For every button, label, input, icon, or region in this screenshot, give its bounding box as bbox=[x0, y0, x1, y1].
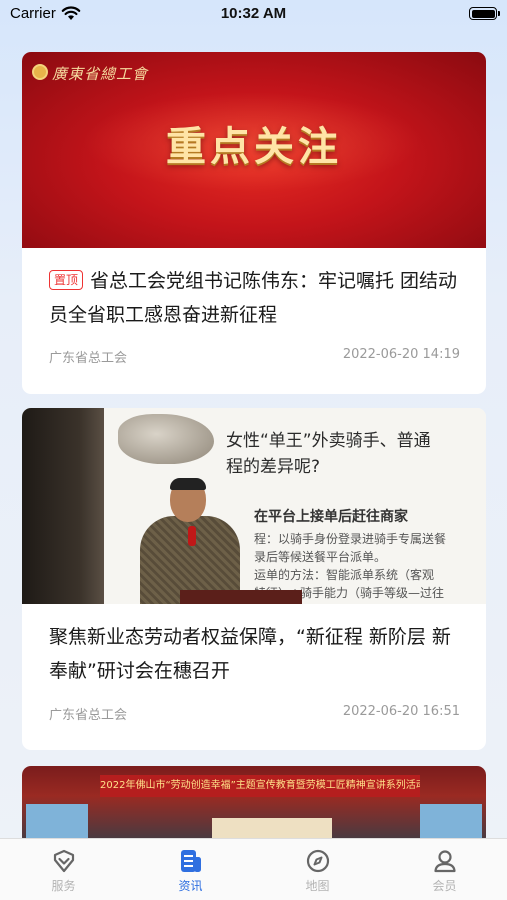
hall-banner-text: 2022年佛山市“劳动创造幸福”主题宣传教育暨劳模工匠精神宣讲系列活动 bbox=[100, 775, 420, 797]
news-banner-image: 廣東省總工會 重点关注 bbox=[22, 52, 486, 248]
person-icon bbox=[433, 850, 456, 873]
status-bar: Carrier 10:32 AM bbox=[0, 0, 507, 30]
union-seal-icon bbox=[32, 64, 48, 80]
tab-member[interactable]: 会员 bbox=[381, 839, 507, 900]
news-banner-image: 女性“单王”外卖骑手、普通 程的差异呢? 在平台上接单后赶往商家 程：以骑手身份… bbox=[22, 408, 486, 604]
banner-headline: 重点关注 bbox=[166, 124, 342, 170]
news-card[interactable]: 2022年佛山市“劳动创造幸福”主题宣传教育暨劳模工匠精神宣讲系列活动 bbox=[22, 766, 486, 846]
tab-label: 资讯 bbox=[178, 879, 203, 893]
news-meta: 广东省总工会 2022-06-20 16:51 bbox=[49, 704, 460, 723]
news-document-icon bbox=[180, 850, 201, 872]
slide-text: 录后等候送餐平台派单。 bbox=[254, 550, 387, 564]
tab-label: 地图 bbox=[305, 879, 330, 893]
battery-fill bbox=[471, 9, 495, 18]
news-time: 2022-06-20 16:51 bbox=[342, 704, 460, 719]
slide-text: 程：以骑手身份登录进骑手专属送餐 bbox=[254, 532, 447, 546]
speaker-hair bbox=[170, 478, 206, 490]
news-card[interactable]: 廣東省總工會 重点关注 置顶 省总工会党组书记陈伟东：牢记嘱托 团结动员全省职工感… bbox=[22, 52, 486, 394]
news-meta: 广东省总工会 2022-06-20 14:19 bbox=[49, 347, 460, 366]
union-logo-text: 廣東省總工會 bbox=[52, 65, 149, 83]
microphone-icon bbox=[188, 526, 196, 546]
news-source: 广东省总工会 bbox=[49, 708, 128, 723]
tab-label: 会员 bbox=[432, 879, 457, 893]
battery-icon bbox=[469, 7, 500, 20]
tab-label: 服务 bbox=[51, 879, 76, 893]
slide-text: 在平台上接单后赶往商家 bbox=[254, 509, 408, 525]
tab-bar: 服务 资讯 地图 会员 bbox=[0, 838, 507, 900]
compass-icon bbox=[306, 849, 329, 873]
pinned-badge: 置顶 bbox=[49, 270, 84, 290]
tab-news[interactable]: 资讯 bbox=[127, 839, 254, 900]
speaker-figure bbox=[140, 478, 240, 604]
news-banner-image: 2022年佛山市“劳动创造幸福”主题宣传教育暨劳模工匠精神宣讲系列活动 bbox=[22, 766, 486, 846]
news-time: 2022-06-20 14:19 bbox=[342, 347, 460, 362]
slide-graphic bbox=[118, 414, 214, 464]
news-title-text: 省总工会党组书记陈伟东：牢记嘱托 团结动员全省职工感恩奋进新征程 bbox=[49, 270, 458, 326]
tab-service[interactable]: 服务 bbox=[0, 839, 127, 900]
slide-text: 女性“单王”外卖骑手、普通 bbox=[226, 431, 431, 451]
heart-diamond-icon bbox=[53, 849, 74, 873]
status-time: 10:32 AM bbox=[220, 5, 287, 22]
news-title: 聚焦新业态劳动者权益保障，“新征程 新阶层 新奉献”研讨会在穗召开 bbox=[49, 626, 451, 682]
slide-text: 运单的方法：智能派单系统（客观 bbox=[254, 568, 435, 582]
slide-text: 程的差异呢? bbox=[226, 457, 321, 477]
news-card[interactable]: 女性“单王”外卖骑手、普通 程的差异呢? 在平台上接单后赶往商家 程：以骑手身份… bbox=[22, 408, 486, 750]
news-title: 置顶 省总工会党组书记陈伟东：牢记嘱托 团结动员全省职工感恩奋进新征程 bbox=[49, 264, 465, 332]
lectern bbox=[180, 590, 302, 604]
photo-dark-area bbox=[22, 408, 104, 604]
news-source: 广东省总工会 bbox=[49, 351, 128, 366]
tab-map[interactable]: 地图 bbox=[254, 839, 381, 900]
